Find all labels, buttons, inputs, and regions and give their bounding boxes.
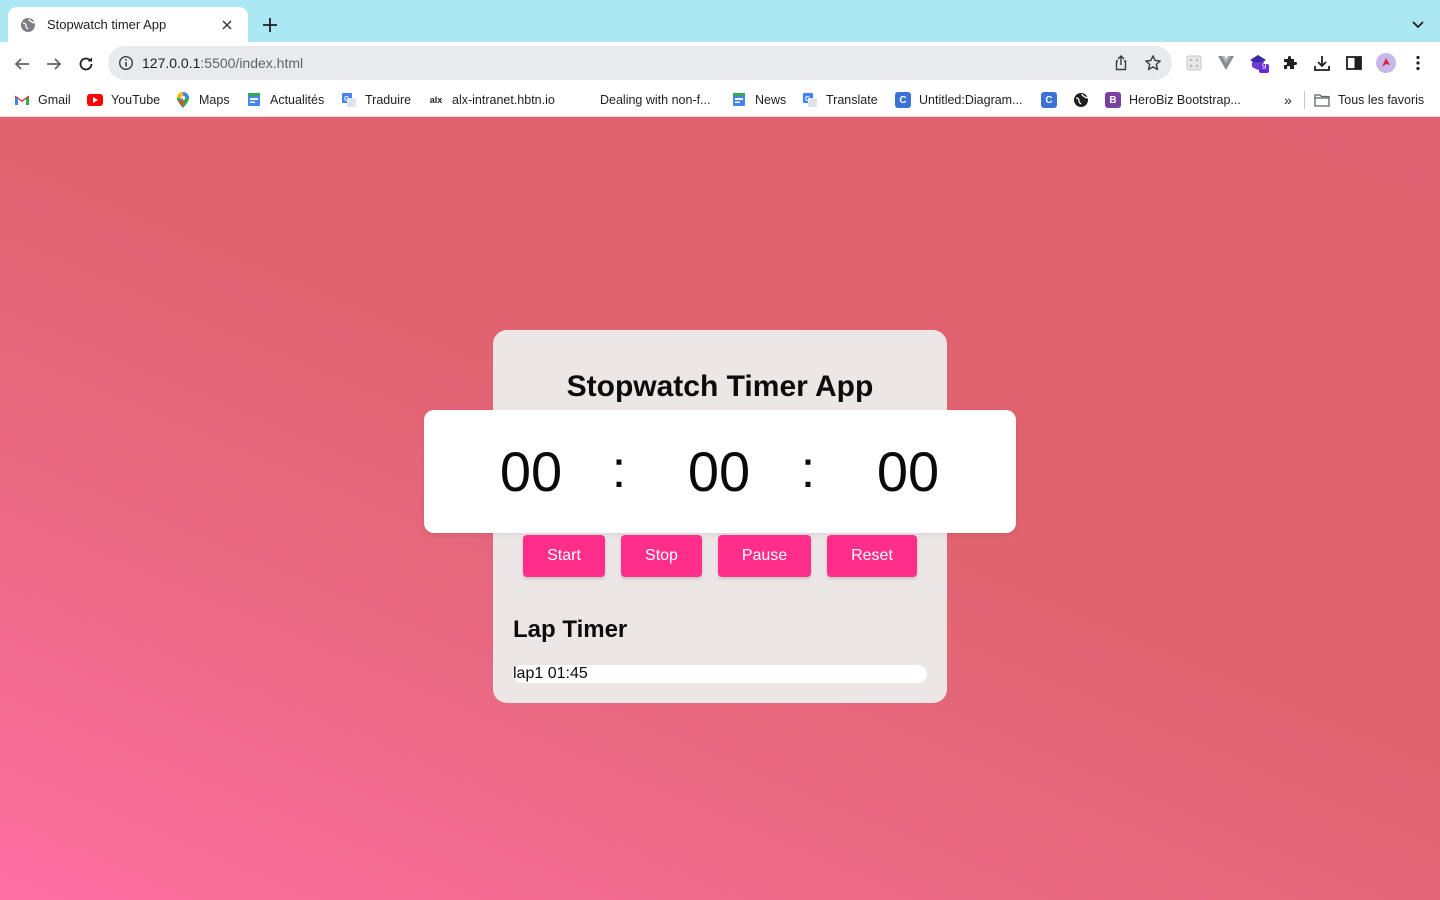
browser-menu-icon[interactable] (1407, 52, 1429, 74)
translate-icon: G (802, 92, 818, 108)
time-separator: : (800, 441, 816, 499)
browser-toolbar: 127.0.0.1:5500/index.html 9 (0, 42, 1440, 84)
bookmark-news[interactable]: News (731, 91, 786, 109)
page-viewport: Stopwatch Timer App 00 : 00 : 00 Start S… (0, 117, 1440, 900)
page-title: Stopwatch Timer App (566, 370, 874, 403)
c-site-icon: C (1041, 92, 1057, 108)
bookmarks-bar: Gmail YouTube Maps Actualités G Traduire… (0, 84, 1440, 117)
lap-list-item: lap1 01:45 (513, 665, 927, 683)
bookmark-dealing[interactable]: Dealing with non-f... (600, 91, 710, 109)
stop-button[interactable]: Stop (621, 535, 702, 577)
reload-icon[interactable] (72, 50, 100, 78)
bookmark-youtube[interactable]: YouTube (87, 91, 160, 109)
bookmark-actualites[interactable]: Actualités (246, 91, 324, 109)
forward-arrow-icon[interactable] (40, 50, 68, 78)
tab-strip: Stopwatch timer App (0, 0, 1440, 42)
seconds-display: 00 (876, 440, 940, 503)
bookmarks-divider (1304, 91, 1305, 109)
bookmark-label: Dealing with non-f... (600, 93, 711, 107)
diagram-icon: C (895, 92, 911, 108)
bookmark-label: Untitled:Diagram... (919, 93, 1023, 107)
hours-display: 00 (499, 440, 563, 503)
bookmark-traduire[interactable]: G Traduire (341, 91, 411, 109)
url-path: :5500/index.html (200, 55, 304, 71)
extensions-puzzle-icon[interactable] (1279, 52, 1301, 74)
bookmark-c-site[interactable]: C (1041, 91, 1065, 109)
extension-badge-count: 9 (1262, 62, 1267, 71)
lap-timer-heading: Lap Timer (513, 616, 628, 643)
start-button[interactable]: Start (523, 535, 605, 577)
bookmark-translate[interactable]: G Translate (802, 91, 878, 109)
bookmark-alx[interactable]: alx alx-intranet.hbtn.io (428, 91, 555, 109)
close-tab-icon[interactable] (218, 16, 236, 34)
profile-avatar[interactable] (1375, 52, 1397, 74)
time-display: 00 : 00 : 00 (424, 410, 1016, 533)
new-tab-button[interactable] (258, 13, 282, 37)
bookmarks-overflow-button[interactable]: » (1284, 91, 1292, 109)
site-info-icon[interactable] (118, 55, 134, 71)
globe-icon (20, 17, 36, 33)
bookmark-label: Traduire (365, 93, 412, 107)
bookmark-maps[interactable]: Maps (175, 91, 230, 109)
translate-icon: G (341, 92, 357, 108)
bookmark-globe-site[interactable] (1073, 91, 1097, 109)
bookmark-label: HeroBiz Bootstrap... (1129, 93, 1241, 107)
all-bookmarks-label: Tous les favoris (1338, 93, 1425, 107)
bookmark-star-icon[interactable] (1144, 54, 1162, 72)
folder-icon (1314, 92, 1330, 108)
url-text: 127.0.0.1:5500/index.html (142, 55, 303, 71)
bookmark-label: Gmail (38, 93, 71, 107)
extension-badge-icon[interactable]: 9 (1248, 52, 1270, 74)
globe-icon (1073, 92, 1089, 108)
gmail-icon (14, 92, 30, 108)
extension-grid-icon[interactable] (1183, 52, 1205, 74)
svg-text:G: G (805, 96, 811, 103)
bookmark-label: Maps (199, 93, 230, 107)
alx-icon: alx (429, 95, 443, 105)
address-bar[interactable]: 127.0.0.1:5500/index.html (108, 46, 1172, 80)
url-host: 127.0.0.1 (142, 55, 201, 71)
youtube-icon (87, 94, 103, 106)
minutes-display: 00 (687, 440, 751, 503)
bookmark-label: Translate (826, 93, 878, 107)
download-icon[interactable] (1311, 52, 1333, 74)
reset-button[interactable]: Reset (827, 535, 917, 577)
bookmark-label: News (755, 93, 787, 107)
maps-icon (175, 92, 191, 108)
bookmark-label: Actualités (270, 93, 325, 107)
bootstrap-icon: B (1105, 92, 1121, 108)
tab-search-chevron-icon[interactable] (1406, 13, 1430, 37)
news-icon (731, 92, 747, 108)
tab-title: Stopwatch timer App (47, 17, 167, 32)
all-bookmarks-folder[interactable]: Tous les favoris (1314, 91, 1424, 109)
side-panel-icon[interactable] (1343, 52, 1365, 74)
bookmark-untitled-diagram[interactable]: C Untitled:Diagram... (895, 91, 1023, 109)
bookmark-herobiz[interactable]: B HeroBiz Bootstrap... (1105, 91, 1241, 109)
svg-text:G: G (344, 96, 350, 103)
bookmark-label: YouTube (111, 93, 161, 107)
time-separator: : (611, 441, 627, 499)
vue-devtools-icon[interactable] (1215, 52, 1237, 74)
news-icon (246, 92, 262, 108)
share-icon[interactable] (1112, 54, 1130, 72)
browser-tab[interactable]: Stopwatch timer App (8, 7, 248, 42)
bookmark-gmail[interactable]: Gmail (14, 91, 71, 109)
pause-button[interactable]: Pause (718, 535, 811, 577)
back-arrow-icon[interactable] (8, 50, 36, 78)
bookmark-label: alx-intranet.hbtn.io (452, 93, 555, 107)
